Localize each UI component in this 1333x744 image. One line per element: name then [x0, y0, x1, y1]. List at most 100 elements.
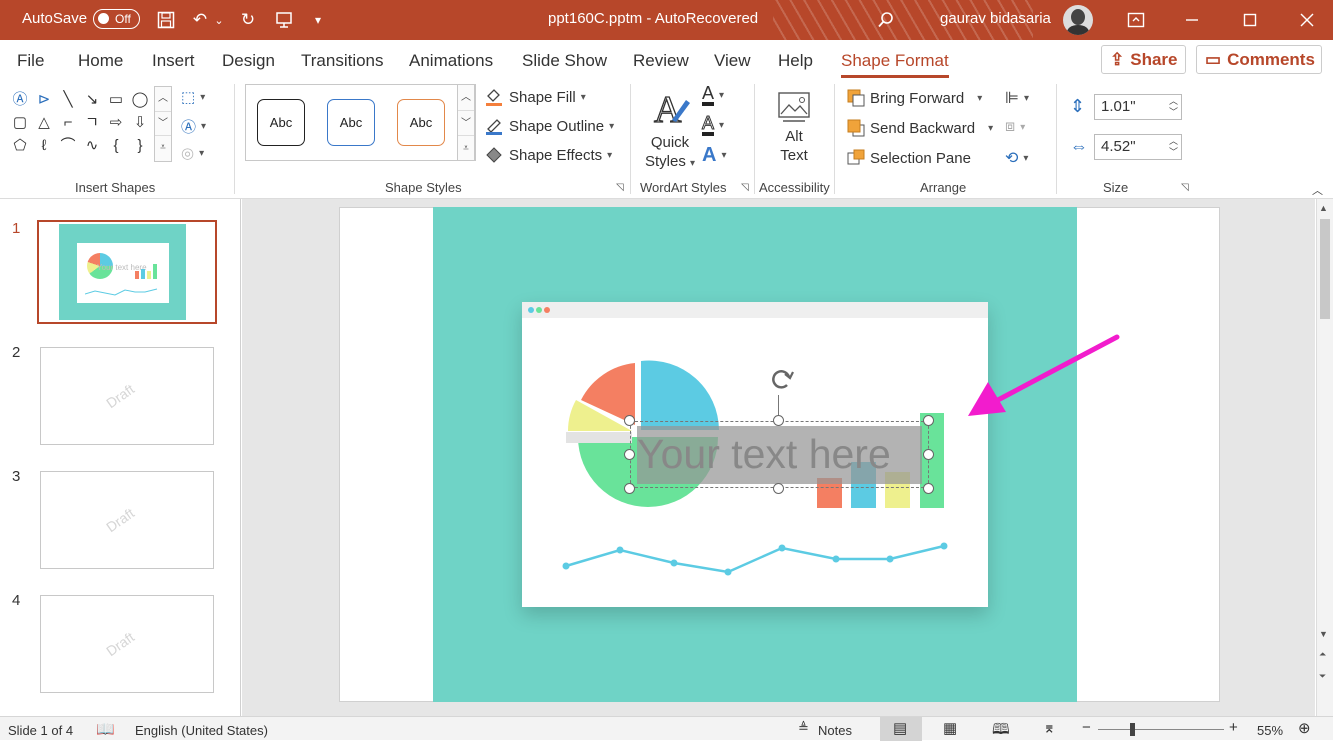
bring-forward-button[interactable]: Bring Forward ▾	[847, 89, 982, 107]
edit-shape-button[interactable]: ⬚ ▾	[181, 88, 205, 106]
group-button[interactable]: ⧈ ▾	[1005, 118, 1025, 136]
customize-toolbar-icon[interactable]: ▾	[306, 8, 330, 32]
connector-shape-icon[interactable]: ⌐	[56, 111, 80, 134]
align-button[interactable]: ⊫ ▾	[1005, 88, 1029, 108]
zoom-slider-track[interactable]	[1098, 729, 1224, 730]
scroll-thumb[interactable]	[1320, 219, 1330, 319]
scroll-down-icon[interactable]: ▼	[1319, 629, 1328, 639]
scroll-down-icon[interactable]: ﹀	[458, 110, 474, 135]
alt-text-button[interactable]: Alt Text	[768, 90, 820, 165]
freeform-shape-icon[interactable]: ⬠	[8, 134, 32, 157]
right-brace-shape-icon[interactable]: }	[128, 134, 152, 157]
resize-handle[interactable]	[624, 415, 635, 426]
notes-icon[interactable]: ≜	[798, 720, 809, 736]
vertical-scrollbar[interactable]: ▲ ▼ ⏶ ⏷	[1316, 199, 1333, 716]
height-input[interactable]: 1.01" ︿ ﹀	[1094, 94, 1182, 120]
scroll-up-icon[interactable]: ︿	[155, 87, 171, 111]
slide-thumbnail-4[interactable]: Draft	[40, 595, 214, 693]
style-swatch-blue[interactable]: Abc	[327, 99, 375, 146]
tab-review[interactable]: Review	[633, 51, 689, 71]
shapes-gallery[interactable]: Ⓐ ⊳ ╲ ↘ ▭ ◯ ▢ △ ⌐ ㄱ ⇨ ⇩ ⬠ ℓ ⌒ ∿{}	[8, 88, 156, 160]
rotate-button[interactable]: ⟲ ▾	[1005, 148, 1028, 168]
zoom-out-icon[interactable]: −	[1082, 719, 1091, 736]
avatar[interactable]	[1063, 5, 1093, 35]
normal-view-button[interactable]: ▤	[880, 717, 922, 741]
maximize-icon[interactable]	[1238, 8, 1262, 32]
slide-thumbnail-2[interactable]: Draft	[40, 347, 214, 445]
width-input[interactable]: 4.52" ︿ ﹀	[1094, 134, 1182, 160]
elbow-connector-shape-icon[interactable]: ㄱ	[80, 111, 104, 134]
present-icon[interactable]	[272, 8, 296, 32]
textbox-shape-icon[interactable]: Ⓐ	[8, 88, 32, 111]
width-spinner[interactable]: ︿ ﹀	[1169, 136, 1178, 158]
arrow-line-shape-icon[interactable]: ↘	[80, 88, 104, 111]
tab-insert[interactable]: Insert	[152, 51, 195, 71]
resize-handle[interactable]	[773, 415, 784, 426]
zoom-in-icon[interactable]: +	[1229, 719, 1238, 736]
textbox-button[interactable]: Ⓐ ▾	[181, 116, 206, 137]
quick-styles-button[interactable]: A Quick Styles ▾	[641, 86, 699, 170]
send-backward-button[interactable]: Send Backward ▾	[847, 119, 993, 137]
ribbon-display-icon[interactable]	[1124, 8, 1148, 32]
tab-transitions[interactable]: Transitions	[301, 51, 384, 71]
selection-pane-button[interactable]: Selection Pane	[847, 149, 971, 167]
slide-thumbnail-1[interactable]: Your text here	[37, 220, 217, 324]
text-fill-button[interactable]: A ▾	[702, 84, 724, 106]
shape-fill-button[interactable]: Shape Fill ▾	[484, 87, 586, 107]
slide-thumbnail-3[interactable]: Draft	[40, 471, 214, 569]
resize-handle[interactable]	[624, 449, 635, 460]
share-button[interactable]: ⇪ Share	[1101, 45, 1186, 74]
left-brace-shape-icon[interactable]: {	[104, 134, 128, 157]
oval-shape-icon[interactable]: ◯	[128, 88, 152, 111]
close-icon[interactable]	[1295, 8, 1319, 32]
shape-outline-button[interactable]: Shape Outline ▾	[484, 116, 614, 136]
previous-slide-icon[interactable]: ⏶	[1319, 649, 1326, 660]
redo-icon[interactable]: ↻	[236, 8, 260, 32]
more-icon[interactable]: ⩡	[458, 135, 474, 160]
style-swatch-orange[interactable]: Abc	[397, 99, 445, 146]
shapes-scroll[interactable]: ︿ ﹀ ⩡	[154, 86, 172, 162]
resize-handle[interactable]	[624, 483, 635, 494]
height-spinner[interactable]: ︿ ﹀	[1169, 96, 1178, 118]
autosave-toggle[interactable]: Off	[93, 9, 140, 29]
scribble-shape-icon[interactable]: ℓ	[32, 134, 56, 157]
resize-handle[interactable]	[923, 415, 934, 426]
zoom-level[interactable]: 55%	[1257, 723, 1283, 738]
collapse-ribbon-icon[interactable]: ︿	[1312, 182, 1323, 198]
scroll-up-icon[interactable]: ︿	[458, 85, 474, 110]
selected-textbox[interactable]: Your text here	[630, 421, 929, 488]
tab-home[interactable]: Home	[78, 51, 123, 71]
curve-shape-icon[interactable]: ∿	[80, 134, 104, 157]
arc-shape-icon[interactable]: ⌒	[56, 134, 80, 157]
tab-design[interactable]: Design	[222, 51, 275, 71]
scroll-down-icon[interactable]: ﹀	[155, 111, 171, 135]
more-icon[interactable]: ⩡	[155, 135, 171, 159]
right-arrow-shape-icon[interactable]: ⇨	[104, 111, 128, 134]
down-arrow-shape-icon[interactable]: ⇩	[128, 111, 152, 134]
line-shape-icon[interactable]: ╲	[56, 88, 80, 111]
resize-handle[interactable]	[923, 483, 934, 494]
comments-button[interactable]: ▭ Comments	[1196, 45, 1322, 74]
scroll-up-icon[interactable]: ▲	[1319, 203, 1328, 213]
tab-slide-show[interactable]: Slide Show	[522, 51, 607, 71]
rectangle-shape-icon[interactable]: ▭	[104, 88, 128, 111]
next-slide-icon[interactable]: ⏷	[1319, 671, 1326, 682]
dialog-launcher-icon[interactable]: ◹	[741, 182, 749, 193]
notes-button[interactable]: Notes	[818, 723, 852, 738]
dialog-launcher-icon[interactable]: ◹	[616, 182, 624, 193]
tab-help[interactable]: Help	[778, 51, 813, 71]
undo-dropdown-icon[interactable]: ⌄	[212, 8, 226, 32]
triangle-shape-icon[interactable]: △	[32, 111, 56, 134]
tab-view[interactable]: View	[714, 51, 751, 71]
rotate-handle-icon[interactable]	[765, 364, 797, 394]
resize-handle[interactable]	[773, 483, 784, 494]
text-effects-button[interactable]: A ▾	[702, 144, 726, 167]
undo-icon[interactable]: ↶	[188, 8, 212, 32]
language-indicator[interactable]: English (United States)	[135, 723, 268, 738]
style-swatch-black[interactable]: Abc	[257, 99, 305, 146]
styles-scroll[interactable]: ︿ ﹀ ⩡	[457, 84, 475, 161]
minimize-icon[interactable]	[1180, 8, 1204, 32]
rounded-rect-shape-icon[interactable]: ▢	[8, 111, 32, 134]
tab-file[interactable]: File	[17, 51, 44, 71]
textbox-text[interactable]: Your text here	[637, 431, 891, 478]
